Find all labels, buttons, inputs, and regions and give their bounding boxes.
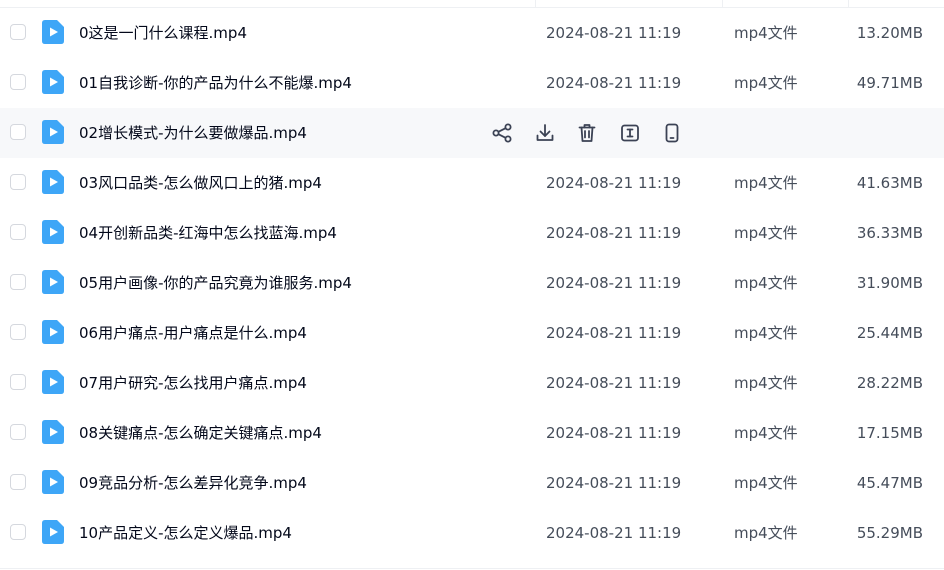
file-type: mp4文件 xyxy=(734,224,798,242)
delete-icon[interactable] xyxy=(575,121,599,145)
file-name[interactable]: 08关键痛点-怎么确定关键痛点.mp4 xyxy=(79,423,322,443)
file-type: mp4文件 xyxy=(734,74,798,92)
file-row[interactable]: 02增长模式-为什么要做爆品.mp4 xyxy=(0,108,944,158)
file-list: 0这是一门什么课程.mp4 2024-08-21 11:19 mp4文件 13.20M… xyxy=(0,0,944,570)
row-checkbox[interactable] xyxy=(10,274,26,290)
download-icon[interactable] xyxy=(533,121,557,145)
file-modified-date: 2024-08-21 11:19 xyxy=(546,374,682,392)
phone-icon[interactable] xyxy=(660,121,684,145)
file-name[interactable]: 09竞品分析-怎么差异化竞争.mp4 xyxy=(79,473,307,493)
table-header-edge xyxy=(0,0,944,8)
video-file-icon xyxy=(42,70,64,94)
file-type: mp4文件 xyxy=(734,524,798,542)
file-type: mp4文件 xyxy=(734,474,798,492)
file-name[interactable]: 10产品定义-怎么定义爆品.mp4 xyxy=(79,523,292,543)
file-size: 31.90MB xyxy=(856,274,923,292)
file-row[interactable]: 04开创新品类-红海中怎么找蓝海.mp4 2024-08-21 11:19 mp4文… xyxy=(0,208,944,258)
file-size: 41.63MB xyxy=(856,174,923,192)
video-file-icon xyxy=(42,370,64,394)
file-size: 45.47MB xyxy=(856,474,923,492)
file-size: 13.20MB xyxy=(856,24,923,42)
file-size: 28.22MB xyxy=(856,374,923,392)
file-name[interactable]: 07用户研究-怎么找用户痛点.mp4 xyxy=(79,373,307,393)
row-checkbox[interactable] xyxy=(10,124,26,140)
file-row[interactable]: 03风口品类-怎么做风口上的猪.mp4 2024-08-21 11:19 mp4文件… xyxy=(0,158,944,208)
row-checkbox[interactable] xyxy=(10,474,26,490)
video-file-icon xyxy=(42,20,64,44)
file-row[interactable]: 10产品定义-怎么定义爆品.mp4 2024-08-21 11:19 mp4文件 55… xyxy=(0,508,944,558)
row-checkbox[interactable] xyxy=(10,524,26,540)
share-icon[interactable] xyxy=(490,121,514,145)
file-modified-date: 2024-08-21 11:19 xyxy=(546,224,682,242)
column-divider[interactable] xyxy=(535,0,536,7)
row-checkbox[interactable] xyxy=(10,324,26,340)
file-row[interactable]: 07用户研究-怎么找用户痛点.mp4 2024-08-21 11:19 mp4文件 2… xyxy=(0,358,944,408)
file-size: 17.15MB xyxy=(856,424,923,442)
file-name[interactable]: 02增长模式-为什么要做爆品.mp4 xyxy=(79,123,307,143)
file-type: mp4文件 xyxy=(734,274,798,292)
video-file-icon xyxy=(42,220,64,244)
file-name[interactable]: 03风口品类-怎么做风口上的猪.mp4 xyxy=(79,173,322,193)
file-type: mp4文件 xyxy=(734,174,798,192)
file-size: 49.71MB xyxy=(856,74,923,92)
file-modified-date: 2024-08-21 11:19 xyxy=(546,474,682,492)
row-checkbox[interactable] xyxy=(10,174,26,190)
file-row[interactable]: 08关键痛点-怎么确定关键痛点.mp4 2024-08-21 11:19 mp4文件… xyxy=(0,408,944,458)
file-modified-date: 2024-08-21 11:19 xyxy=(546,74,682,92)
file-name[interactable]: 0这是一门什么课程.mp4 xyxy=(79,23,247,43)
row-checkbox[interactable] xyxy=(10,224,26,240)
file-name[interactable]: 04开创新品类-红海中怎么找蓝海.mp4 xyxy=(79,223,337,243)
file-modified-date: 2024-08-21 11:19 xyxy=(546,324,682,342)
rename-icon[interactable] xyxy=(618,121,642,145)
column-divider[interactable] xyxy=(848,0,849,7)
file-modified-date: 2024-08-21 11:19 xyxy=(546,24,682,42)
file-modified-date: 2024-08-21 11:19 xyxy=(546,174,682,192)
file-type: mp4文件 xyxy=(734,374,798,392)
file-name[interactable]: 01自我诊断-你的产品为什么不能爆.mp4 xyxy=(79,73,352,93)
file-size: 25.44MB xyxy=(856,324,923,342)
column-divider[interactable] xyxy=(722,0,723,7)
file-modified-date: 2024-08-21 11:19 xyxy=(546,524,682,542)
table-bottom-divider xyxy=(0,568,944,569)
file-type: mp4文件 xyxy=(734,424,798,442)
file-modified-date: 2024-08-21 11:19 xyxy=(546,274,682,292)
video-file-icon xyxy=(42,470,64,494)
row-checkbox[interactable] xyxy=(10,24,26,40)
file-type: mp4文件 xyxy=(734,324,798,342)
video-file-icon xyxy=(42,120,64,144)
file-row[interactable]: 09竞品分析-怎么差异化竞争.mp4 2024-08-21 11:19 mp4文件 4… xyxy=(0,458,944,508)
file-name[interactable]: 06用户痛点-用户痛点是什么.mp4 xyxy=(79,323,307,343)
file-row[interactable]: 06用户痛点-用户痛点是什么.mp4 2024-08-21 11:19 mp4文件 2… xyxy=(0,308,944,358)
file-name[interactable]: 05用户画像-你的产品究竟为谁服务.mp4 xyxy=(79,273,352,293)
video-file-icon xyxy=(42,520,64,544)
file-row[interactable]: 05用户画像-你的产品究竟为谁服务.mp4 2024-08-21 11:19 mp4… xyxy=(0,258,944,308)
file-size: 55.29MB xyxy=(856,524,923,542)
file-modified-date: 2024-08-21 11:19 xyxy=(546,424,682,442)
file-row[interactable]: 0这是一门什么课程.mp4 2024-08-21 11:19 mp4文件 13.20M… xyxy=(0,8,944,58)
video-file-icon xyxy=(42,420,64,444)
file-row[interactable]: 01自我诊断-你的产品为什么不能爆.mp4 2024-08-21 11:19 mp4… xyxy=(0,58,944,108)
file-size: 36.33MB xyxy=(856,224,923,242)
row-checkbox[interactable] xyxy=(10,374,26,390)
row-checkbox[interactable] xyxy=(10,74,26,90)
video-file-icon xyxy=(42,270,64,294)
row-checkbox[interactable] xyxy=(10,424,26,440)
file-type: mp4文件 xyxy=(734,24,798,42)
video-file-icon xyxy=(42,170,64,194)
video-file-icon xyxy=(42,320,64,344)
